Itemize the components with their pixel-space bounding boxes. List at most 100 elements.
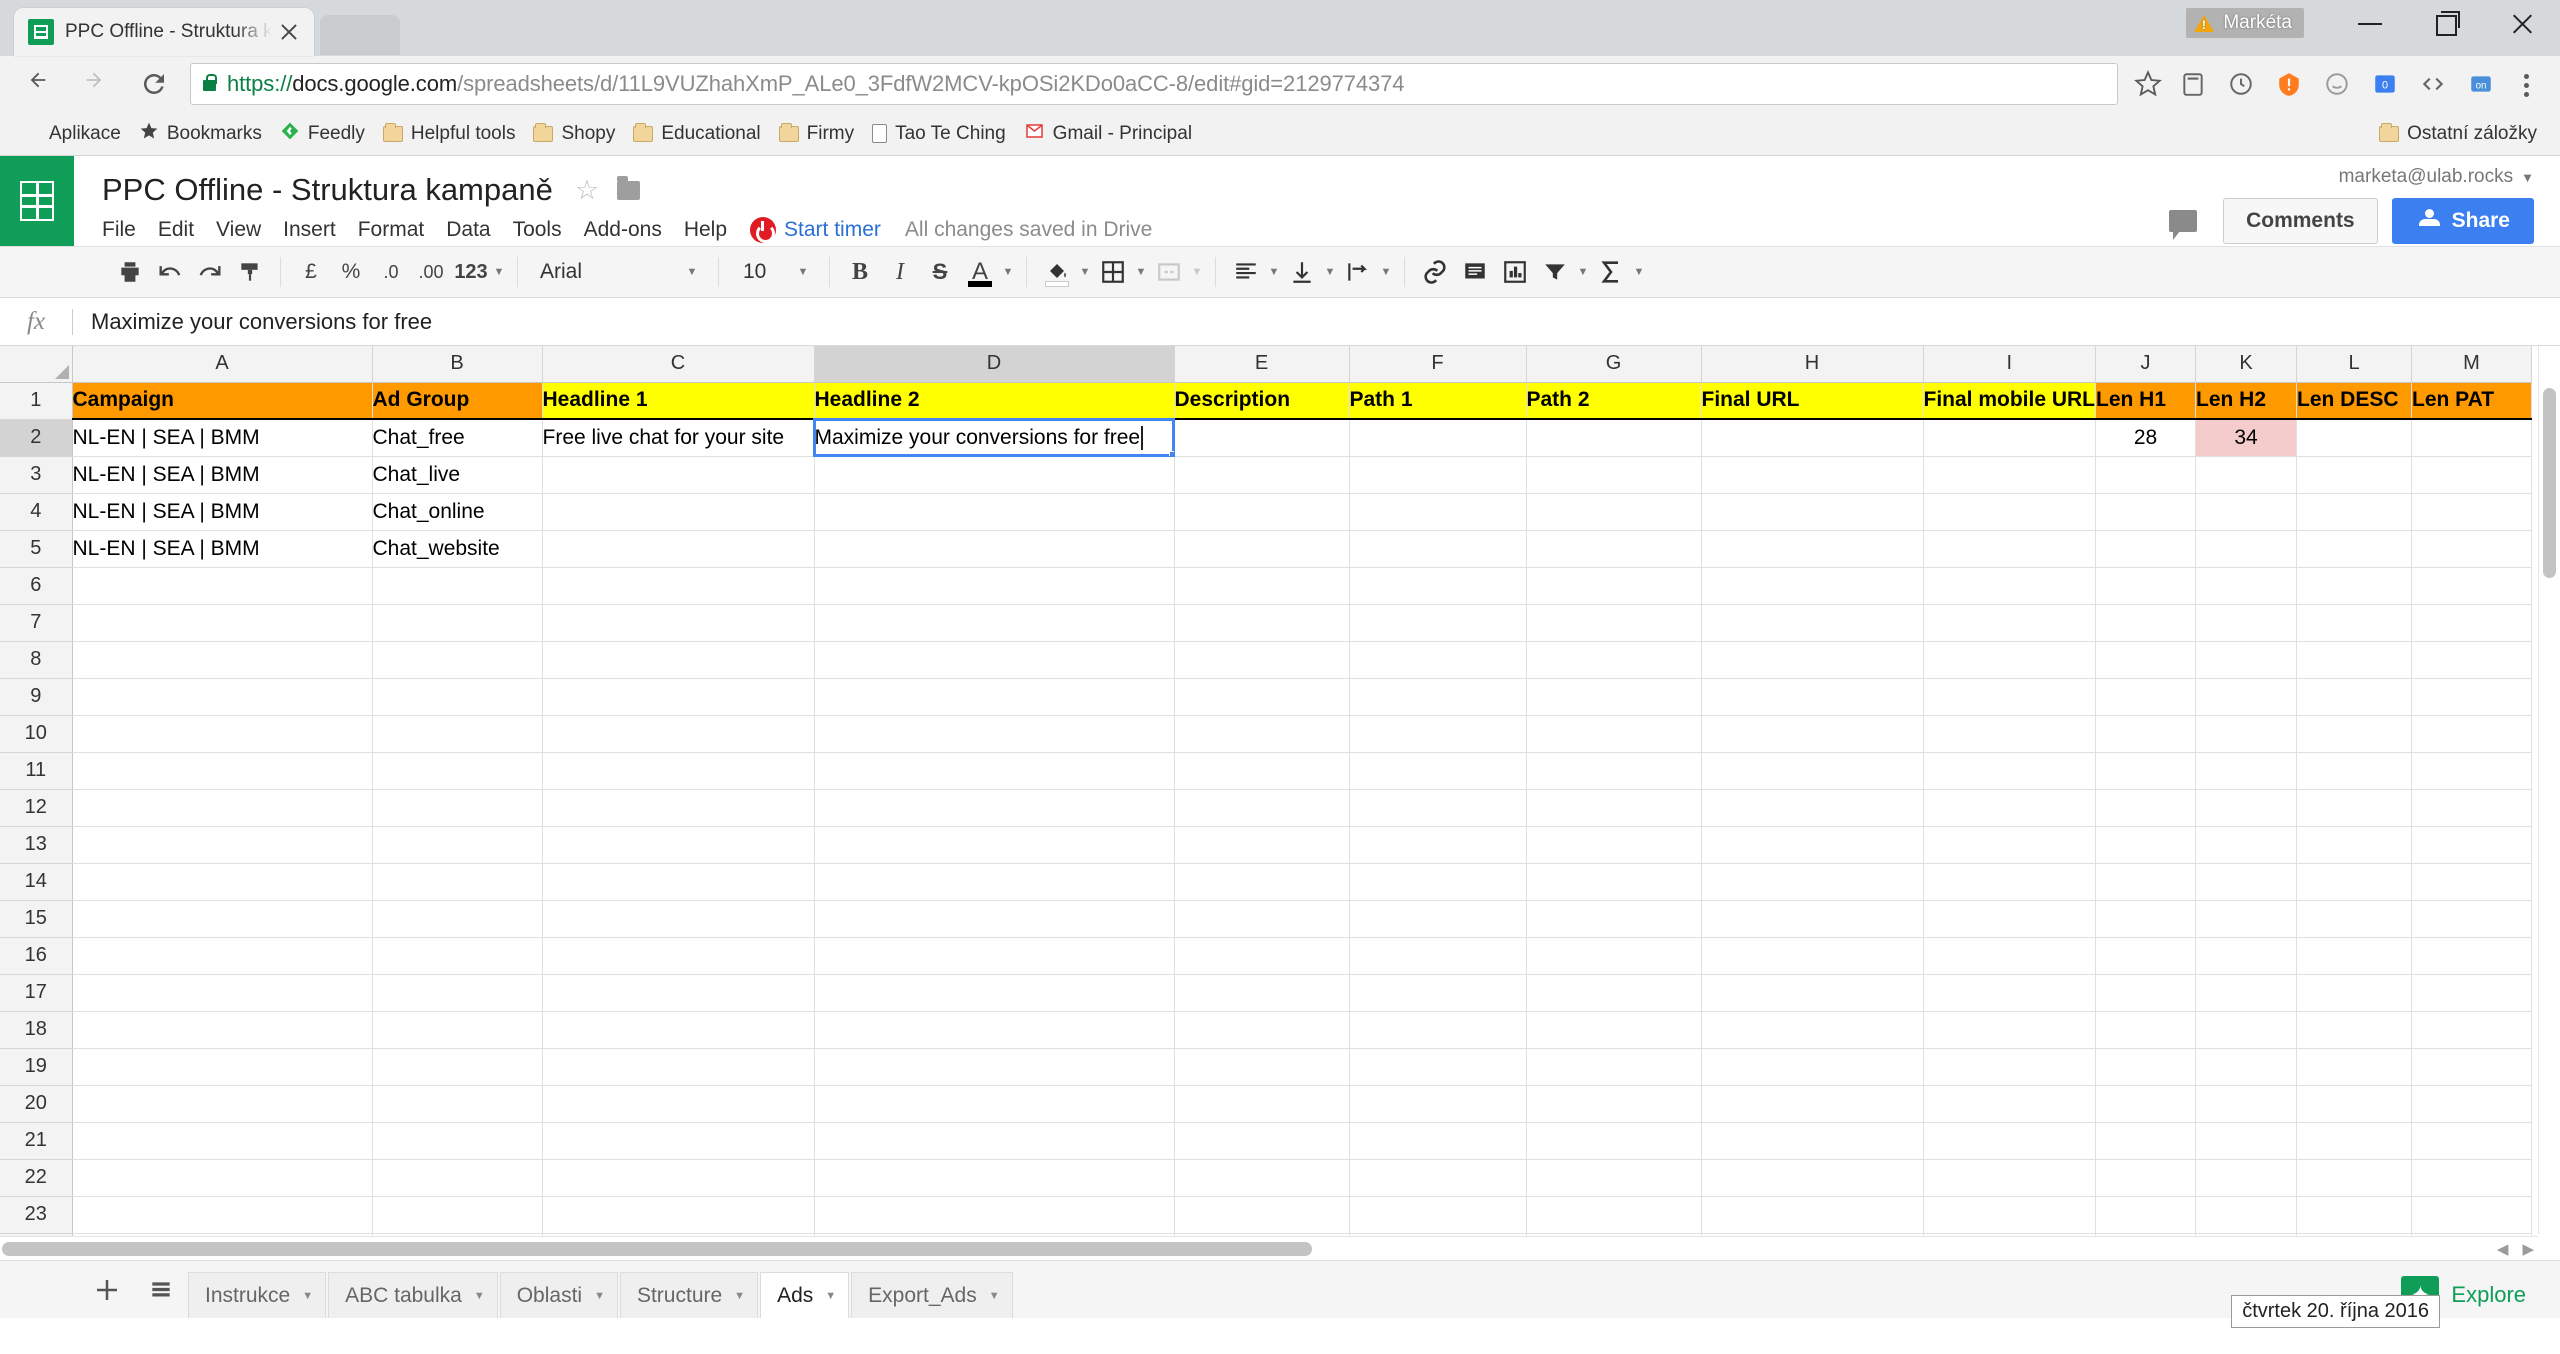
cell-K18[interactable] [2195,1011,2298,1049]
chevron-down-icon[interactable]: ▼ [989,1290,1000,1302]
column-header-M[interactable]: M [2411,346,2533,383]
undo-icon[interactable] [150,252,190,292]
cell-M22[interactable] [2411,1159,2533,1197]
cell-K14[interactable] [2195,863,2298,901]
cell-J20[interactable] [2095,1085,2197,1123]
column-header-B[interactable]: B [372,346,543,383]
cell-H2[interactable] [1701,419,1924,457]
row-header-13[interactable]: 13 [0,826,73,864]
cell-C3[interactable] [542,456,815,494]
extension-icon-7[interactable]: on [2458,62,2506,106]
cell-F18[interactable] [1349,1011,1527,1049]
cell-G16[interactable] [1526,937,1702,975]
cell-J23[interactable] [2095,1196,2197,1234]
cell-E23[interactable] [1174,1196,1350,1234]
cell-D14[interactable] [814,863,1175,901]
row-header-10[interactable]: 10 [0,715,73,753]
cell-M6[interactable] [2411,567,2533,605]
cell-B16[interactable] [372,937,543,975]
vertical-scrollbar[interactable] [2538,346,2560,1234]
bold-button[interactable]: B [840,252,880,292]
formula-bar[interactable]: fx Maximize your conversions for free [0,298,2560,346]
insert-link-icon[interactable] [1415,252,1455,292]
cell-M12[interactable] [2411,789,2533,827]
print-icon[interactable] [110,252,150,292]
browser-tab-active[interactable]: PPC Offline - Struktura ka [14,8,314,56]
cell-H12[interactable] [1701,789,1924,827]
cell-B1[interactable]: Ad Group [372,382,543,420]
cell-K6[interactable] [2195,567,2298,605]
cell-F13[interactable] [1349,826,1527,864]
cell-F2[interactable] [1349,419,1527,457]
cell-A3[interactable]: NL-EN | SEA | BMM [72,456,373,494]
cell-C23[interactable] [542,1196,815,1234]
cell-D13[interactable] [814,826,1175,864]
cell-L9[interactable] [2296,678,2413,716]
cell-G11[interactable] [1526,752,1702,790]
chevron-down-icon[interactable]: ▼ [474,1290,485,1302]
cell-C7[interactable] [542,604,815,642]
cell-I7[interactable] [1923,604,2097,642]
cell-F5[interactable] [1349,530,1527,568]
cell-F12[interactable] [1349,789,1527,827]
cell-D1[interactable]: Headline 2 [814,382,1175,420]
bookmark-other-bookmarks[interactable]: Ostatní záložky [2370,117,2546,151]
reload-button[interactable] [126,56,182,112]
extension-icon-6[interactable] [2410,62,2458,106]
cell-A5[interactable]: NL-EN | SEA | BMM [72,530,373,568]
cell-L1[interactable]: Len DESC [2296,382,2413,420]
cell-H5[interactable] [1701,530,1924,568]
cell-G6[interactable] [1526,567,1702,605]
cell-K16[interactable] [2195,937,2298,975]
cell-D22[interactable] [814,1159,1175,1197]
cell-H1[interactable]: Final URL [1701,382,1924,420]
cell-J14[interactable] [2095,863,2197,901]
cell-D5[interactable] [814,530,1175,568]
cell-L15[interactable] [2296,900,2413,938]
cell-H13[interactable] [1701,826,1924,864]
row-header-3[interactable]: 3 [0,456,73,494]
cell-K4[interactable] [2195,493,2298,531]
cell-H23[interactable] [1701,1196,1924,1234]
cell-G12[interactable] [1526,789,1702,827]
functions-sigma-icon[interactable] [1591,252,1631,292]
chevron-down-icon[interactable]: ▼ [1266,252,1282,292]
cell-J13[interactable] [2095,826,2197,864]
cell-J21[interactable] [2095,1122,2197,1160]
chevron-down-icon[interactable]: ▼ [594,1290,605,1302]
cell-A11[interactable] [72,752,373,790]
bookmark-bookmarks[interactable]: Bookmarks [130,117,271,151]
cell-J8[interactable] [2095,641,2197,679]
cell-B10[interactable] [372,715,543,753]
cell-C17[interactable] [542,974,815,1012]
scroll-right-icon[interactable]: ▶ [2522,1240,2534,1258]
cell-K10[interactable] [2195,715,2298,753]
cell-G23[interactable] [1526,1196,1702,1234]
cell-E13[interactable] [1174,826,1350,864]
column-header-C[interactable]: C [542,346,815,383]
cell-E17[interactable] [1174,974,1350,1012]
row-header-14[interactable]: 14 [0,863,73,901]
cell-J22[interactable] [2095,1159,2197,1197]
horizontal-align-button[interactable] [1226,252,1266,292]
cell-H6[interactable] [1701,567,1924,605]
cell-E16[interactable] [1174,937,1350,975]
extension-icon-1[interactable] [2170,62,2218,106]
cell-A21[interactable] [72,1122,373,1160]
spreadsheet-grid[interactable]: A B C D E F G H I J K L M 1 Campaign Ad … [0,346,2560,1260]
cell-M14[interactable] [2411,863,2533,901]
cell-G8[interactable] [1526,641,1702,679]
cell-I12[interactable] [1923,789,2097,827]
extension-icon-4[interactable] [2314,62,2362,106]
chevron-down-icon[interactable]: ▼ [825,1290,836,1302]
document-title[interactable]: PPC Offline - Struktura kampaně [102,172,553,208]
cell-F14[interactable] [1349,863,1527,901]
cell-A22[interactable] [72,1159,373,1197]
chevron-down-icon[interactable]: ▼ [1000,252,1016,292]
row-header-7[interactable]: 7 [0,604,73,642]
extension-icon-2[interactable] [2218,62,2266,106]
menu-help[interactable]: Help [673,218,738,242]
cell-C6[interactable] [542,567,815,605]
cell-J16[interactable] [2095,937,2197,975]
column-header-I[interactable]: I [1923,346,2097,383]
